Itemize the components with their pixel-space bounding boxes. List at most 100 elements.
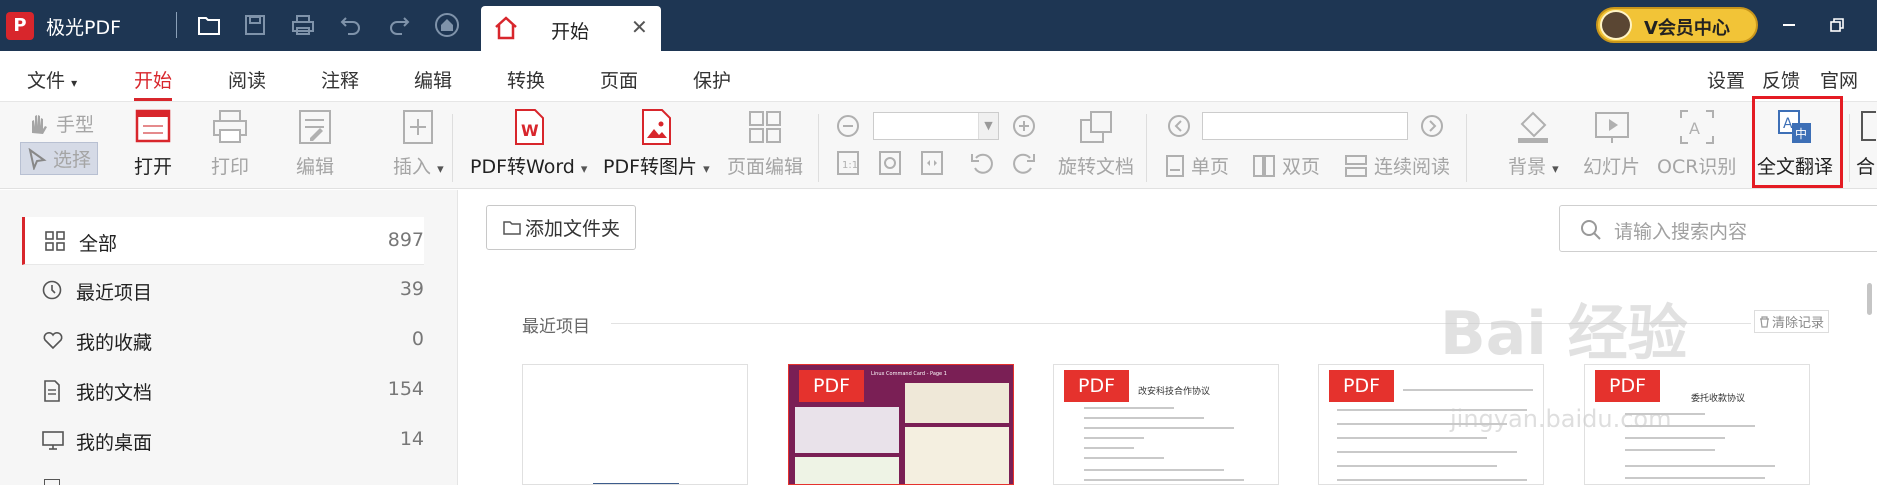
pdf-badge: PDF: [1064, 370, 1129, 402]
ocr-icon: A: [1679, 110, 1714, 144]
menu-settings[interactable]: 设置: [1707, 66, 1745, 93]
vip-center-button[interactable]: V会员中心: [1596, 7, 1758, 43]
minimize-icon[interactable]: [1776, 12, 1802, 38]
zoom-select[interactable]: ▼: [873, 112, 999, 140]
watermark: Bai 经验: [1440, 299, 1688, 369]
pdf-to-image-icon: [642, 109, 672, 145]
highlight-box: [1752, 96, 1843, 188]
svg-text:1:1: 1:1: [842, 160, 858, 171]
sidebar-item-documents[interactable]: 我的文档 154: [22, 366, 424, 414]
sidebar-item-favorites[interactable]: 我的收藏 0: [22, 316, 424, 364]
single-page-button[interactable]: 单页: [1165, 152, 1229, 179]
ocr-button[interactable]: A OCR识别: [1657, 108, 1736, 179]
search-placeholder: 请输入搜索内容: [1614, 221, 1748, 243]
sidebar-item-desktop[interactable]: 我的桌面 14: [22, 416, 424, 464]
recent-section-title: 最近项目: [522, 317, 590, 337]
recent-file-card[interactable]: PDF 改安科技合作协议: [1053, 364, 1279, 485]
open-folder-icon[interactable]: [196, 12, 222, 38]
trash-icon: [1759, 315, 1769, 328]
prev-page-icon[interactable]: [1167, 114, 1191, 142]
select-tool[interactable]: 选择: [20, 142, 99, 175]
redo-icon[interactable]: [386, 12, 412, 38]
scrollbar[interactable]: [1867, 283, 1872, 315]
zoom-in-icon[interactable]: [1012, 114, 1036, 142]
chevron-down-icon: ▼: [978, 113, 998, 139]
menu-page[interactable]: 页面: [600, 66, 638, 93]
double-page-icon: [1253, 154, 1275, 177]
print-button[interactable]: 打印: [211, 108, 249, 179]
continuous-icon: [1345, 154, 1367, 177]
insert-dropdown[interactable]: 插入 ▾: [393, 108, 444, 179]
rotate-document-button[interactable]: 旋转文档: [1058, 108, 1134, 179]
watermark-url: jingyan.baidu.com: [1450, 405, 1672, 433]
rotate-right-icon[interactable]: [1010, 150, 1036, 180]
zoom-out-icon[interactable]: [836, 114, 860, 142]
menu-edit[interactable]: 编辑: [414, 66, 452, 93]
menu-website[interactable]: 官网: [1820, 66, 1858, 93]
hand-tool[interactable]: 手型: [26, 110, 94, 137]
home-icon: [493, 16, 519, 44]
svg-text:A: A: [1689, 119, 1700, 138]
merge-icon: [1861, 111, 1876, 141]
sidebar-item-all[interactable]: 全部 897: [22, 217, 424, 265]
pdf-badge: PDF: [1595, 370, 1660, 402]
page-number-input[interactable]: [1202, 112, 1408, 140]
menu-feedback[interactable]: 反馈: [1762, 66, 1800, 93]
desktop-icon: [42, 431, 64, 450]
app-logo: P: [6, 12, 34, 40]
slideshow-button[interactable]: 幻灯片: [1583, 108, 1640, 179]
printer-icon: [213, 110, 247, 143]
search-icon: [1581, 220, 1601, 240]
sidebar-item-recent[interactable]: 最近项目 39: [22, 266, 424, 314]
avatar: [1600, 10, 1632, 40]
menu-convert[interactable]: 转换: [507, 66, 545, 93]
print-icon[interactable]: [290, 12, 316, 38]
pdf-badge: PDF: [1329, 370, 1394, 402]
search-box[interactable]: 请输入搜索内容: [1559, 205, 1877, 252]
edit-button[interactable]: 编辑: [296, 108, 334, 179]
title-bar: P 极光PDF 开始 ✕ V会员中心: [0, 0, 1877, 51]
home-circle-icon[interactable]: [434, 12, 460, 38]
continuous-read-button[interactable]: 连续阅读: [1344, 152, 1450, 179]
add-folder-button[interactable]: 添加文件夹: [486, 205, 636, 250]
next-page-icon[interactable]: [1420, 114, 1444, 142]
menu-annotate[interactable]: 注释: [321, 66, 359, 93]
tab-label: 开始: [551, 21, 590, 43]
page-grid-icon: [749, 111, 781, 143]
restore-icon[interactable]: [1824, 12, 1850, 38]
paint-bucket-icon: [1518, 111, 1549, 143]
double-page-button[interactable]: 双页: [1252, 152, 1320, 179]
undo-icon[interactable]: [338, 12, 364, 38]
menu-read[interactable]: 阅读: [228, 66, 266, 93]
open-button[interactable]: 打开: [134, 108, 172, 179]
toolbar-divider: [1146, 114, 1147, 182]
card-title: Linux Command Card - Page 1: [871, 371, 947, 377]
grid-icon: [45, 231, 65, 251]
fit-width-icon[interactable]: [920, 150, 944, 180]
slideshow-icon: [1594, 112, 1629, 143]
fit-page-icon[interactable]: [878, 150, 902, 180]
merge-button[interactable]: 合: [1856, 108, 1877, 179]
menu-start[interactable]: 开始: [134, 66, 173, 101]
recent-file-card[interactable]: [522, 364, 748, 485]
actual-size-icon[interactable]: 1:1: [836, 150, 860, 180]
rotate-left-icon[interactable]: [970, 150, 996, 180]
insert-page-icon: [403, 110, 434, 144]
page-edit-button[interactable]: 页面编辑: [727, 108, 803, 179]
toolbar-divider: [452, 114, 453, 182]
background-dropdown[interactable]: 背景 ▾: [1508, 108, 1559, 179]
next-sidebar-icon: [44, 479, 60, 485]
rotate-doc-icon: [1080, 111, 1112, 143]
card-title: 改安科技合作协议: [1138, 387, 1211, 397]
heart-icon: [43, 331, 63, 350]
tab-close-icon[interactable]: ✕: [631, 15, 648, 39]
tab-start[interactable]: 开始 ✕: [481, 6, 661, 51]
sidebar: 全部 897 最近项目 39 我的收藏 0 我的文档 154 我的桌面 14: [0, 190, 458, 485]
recent-file-card[interactable]: PDF Linux Command Card - Page 1: [788, 364, 1014, 485]
clear-records-button[interactable]: 清除记录: [1754, 310, 1829, 333]
save-icon[interactable]: [242, 12, 268, 38]
pdf-to-word-dropdown[interactable]: W PDF转Word ▾: [470, 108, 587, 179]
menu-file[interactable]: 文件 ▾: [27, 66, 77, 93]
pdf-to-image-dropdown[interactable]: PDF转图片 ▾: [603, 108, 710, 179]
menu-protect[interactable]: 保护: [693, 66, 731, 93]
